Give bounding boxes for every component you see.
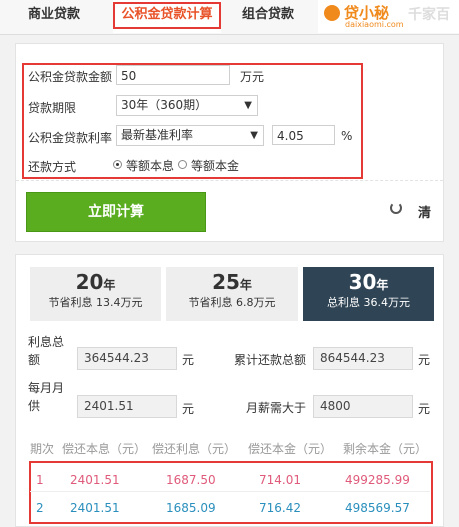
- interest-total-field: 364544.23: [77, 347, 177, 370]
- period-tab-25[interactable]: 25年 节省利息 6.8万元: [166, 267, 298, 321]
- radio-equal-payment[interactable]: [113, 160, 122, 169]
- refresh-icon[interactable]: [390, 202, 402, 214]
- period-years: 20年: [75, 270, 116, 294]
- rate-input[interactable]: 4.05: [272, 125, 335, 145]
- radio-equal-payment-label: 等额本息: [126, 159, 175, 173]
- header-interest: 偿还利息（元）: [152, 442, 237, 456]
- salary-unit: 元: [418, 402, 431, 416]
- cell-period: 1: [36, 473, 44, 487]
- term-label: 贷款期限: [28, 101, 77, 115]
- repay-total-field: 864544.23: [313, 347, 413, 370]
- salary-field: 4800: [313, 395, 413, 418]
- results-card: 20年 节省利息 13.4万元 25年 节省利息 6.8万元 30年 总利息 3…: [15, 254, 444, 527]
- tab-provident-loan[interactable]: 公积金贷款计算: [113, 0, 221, 33]
- radio-equal-principal-label: 等额本金: [191, 159, 240, 173]
- cell-period: 2: [36, 501, 44, 515]
- header-remaining: 剩余本金（元）: [343, 442, 428, 456]
- rate-type-select[interactable]: 最新基准利率 ▼: [116, 125, 264, 146]
- cell-principal: 716.42: [259, 501, 301, 515]
- cell-installment: 2401.51: [70, 501, 120, 515]
- header-period: 期次: [30, 442, 55, 456]
- monthly-field: 2401.51: [77, 395, 177, 418]
- interest-total-label: 利息总额: [28, 335, 65, 367]
- amount-input[interactable]: 50: [116, 65, 230, 85]
- method-label: 还款方式: [28, 160, 77, 174]
- top-tab-bar: 商业贷款 公积金贷款计算 组合贷款 贷小秘 daixiaomi.com 千家百: [0, 0, 459, 35]
- logo-url: daixiaomi.com: [345, 20, 404, 29]
- brand-logo: 贷小秘 daixiaomi.com 千家百: [318, 0, 459, 33]
- monthly-unit: 元: [182, 402, 195, 416]
- period-years: 30年: [348, 270, 389, 294]
- period-tab-30[interactable]: 30年 总利息 36.4万元: [303, 267, 434, 321]
- interest-total-unit: 元: [182, 353, 195, 367]
- tab-commercial-loan[interactable]: 商业贷款: [0, 0, 108, 33]
- period-total-interest: 总利息 36.4万元: [327, 296, 410, 309]
- cell-interest: 1685.09: [166, 501, 216, 515]
- form-divider: [16, 180, 443, 181]
- cell-remaining: 498569.57: [345, 501, 410, 515]
- calculate-button[interactable]: 立即计算: [26, 192, 206, 232]
- amount-label: 公积金贷款金额: [28, 70, 113, 84]
- repay-total-unit: 元: [418, 353, 431, 367]
- period-saving: 节省利息 13.4万元: [48, 296, 143, 309]
- reset-button[interactable]: 清: [418, 202, 431, 221]
- tab-combo-loan-label: 组合贷款: [241, 7, 294, 22]
- repay-total-label: 累计还款总额: [234, 353, 307, 367]
- salary-label: 月薪需大于: [246, 401, 307, 415]
- rate-type-value: 最新基准利率: [121, 128, 194, 142]
- header-principal: 偿还本金（元）: [248, 442, 333, 456]
- cell-principal: 714.01: [259, 473, 301, 487]
- period-saving: 节省利息 6.8万元: [188, 296, 276, 309]
- row-divider: [30, 491, 430, 492]
- logo-mark-icon: [324, 5, 340, 21]
- radio-equal-principal[interactable]: [178, 160, 187, 169]
- tab-combo-loan[interactable]: 组合贷款: [214, 0, 322, 33]
- term-select-value: 30年（360期）: [121, 98, 208, 112]
- loan-form-card: 公积金贷款金额 50 万元 贷款期限 30年（360期） ▼ 公积金贷款利率 最…: [15, 43, 444, 242]
- cell-remaining: 499285.99: [345, 473, 410, 487]
- tab-highlight-box: [113, 2, 221, 29]
- header-installment: 偿还本息（元）: [62, 442, 147, 456]
- cell-interest: 1687.50: [166, 473, 216, 487]
- monthly-label: 每月月供: [28, 381, 65, 413]
- period-years: 25年: [212, 270, 252, 294]
- rate-unit: %: [341, 129, 353, 143]
- rate-label: 公积金贷款利率: [28, 131, 113, 145]
- chevron-down-icon: ▼: [244, 100, 252, 111]
- period-tab-20[interactable]: 20年 节省利息 13.4万元: [30, 267, 161, 321]
- cell-installment: 2401.51: [70, 473, 120, 487]
- tab-commercial-loan-label: 商业贷款: [27, 7, 80, 22]
- logo-watermark: 千家百: [408, 7, 450, 23]
- term-select[interactable]: 30年（360期） ▼: [116, 95, 258, 116]
- chevron-down-icon: ▼: [250, 130, 258, 141]
- amount-unit: 万元: [240, 70, 265, 84]
